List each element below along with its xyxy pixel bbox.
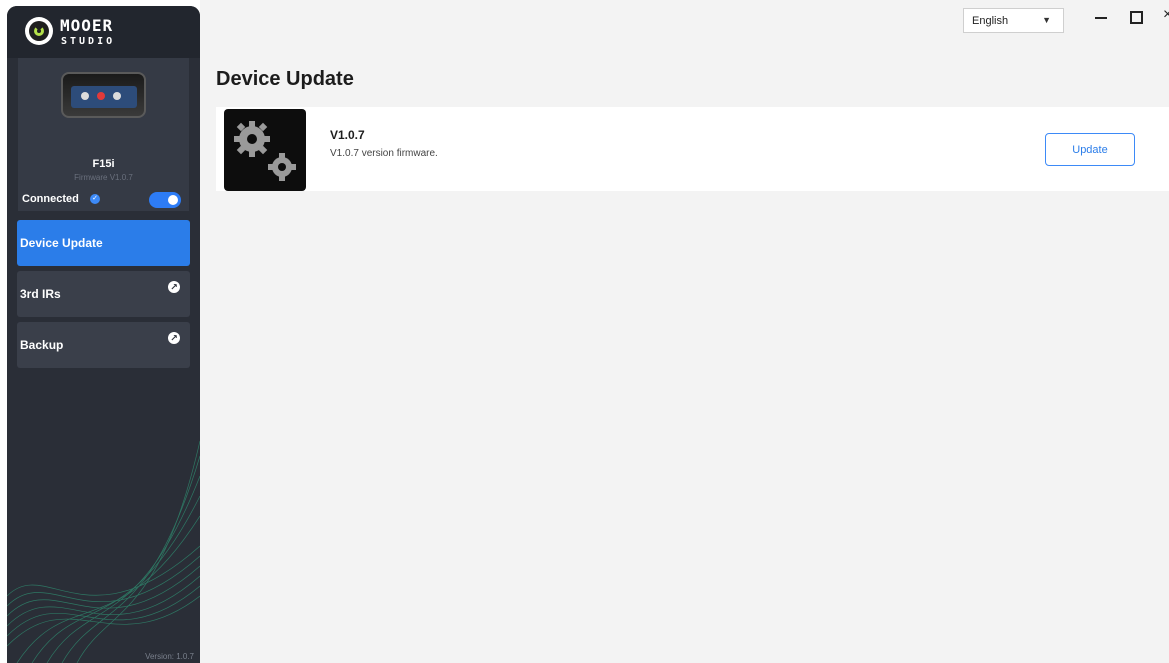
maximize-icon[interactable] bbox=[1130, 11, 1143, 24]
firmware-update-card: V1.0.7 V1.0.7 version firmware. Update bbox=[216, 107, 1169, 191]
brand-subtitle: STUDIO bbox=[61, 36, 116, 47]
connection-toggle[interactable] bbox=[149, 192, 181, 208]
firmware-version: V1.0.7 bbox=[330, 128, 365, 142]
nav-label: Device Update bbox=[20, 236, 103, 250]
sidebar: MOOER STUDIO F15i Firmware V1.0.7 Connec… bbox=[7, 6, 200, 663]
device-firmware: Firmware V1.0.7 bbox=[74, 173, 133, 182]
connection-status: Connected bbox=[22, 193, 79, 205]
device-image bbox=[61, 72, 146, 118]
gear-icon bbox=[224, 109, 306, 191]
main-content: English ▼ × Device Update V1.0.7 V1.0.7 … bbox=[200, 0, 1169, 663]
language-select[interactable]: English ▼ bbox=[963, 8, 1064, 33]
language-value: English bbox=[972, 14, 1009, 27]
logo-bar: MOOER STUDIO bbox=[7, 6, 200, 58]
brand-name: MOOER bbox=[60, 16, 114, 35]
caret-down-icon: ▼ bbox=[1042, 15, 1051, 25]
nav-label: Backup bbox=[20, 338, 64, 352]
nav-backup[interactable]: Backup ↗ bbox=[17, 322, 190, 368]
mooer-logo-icon bbox=[25, 17, 53, 45]
decorative-waves bbox=[7, 440, 200, 663]
device-name: F15i bbox=[92, 158, 115, 170]
update-button[interactable]: Update bbox=[1045, 133, 1135, 166]
firmware-description: V1.0.7 version firmware. bbox=[330, 148, 438, 159]
app-version: Version: 1.0.7 bbox=[145, 652, 194, 661]
nav-label: 3rd IRs bbox=[20, 287, 61, 301]
minimize-icon[interactable] bbox=[1095, 17, 1107, 19]
page-title: Device Update bbox=[216, 68, 354, 90]
check-circle-icon: ✓ bbox=[90, 194, 100, 204]
arrow-up-right-icon: ↗ bbox=[168, 332, 180, 344]
nav-3rd-irs[interactable]: 3rd IRs ↗ bbox=[17, 271, 190, 317]
arrow-up-right-icon: ↗ bbox=[168, 281, 180, 293]
device-card: F15i Firmware V1.0.7 Connected ✓ bbox=[18, 58, 189, 211]
nav-device-update[interactable]: Device Update bbox=[17, 220, 190, 266]
close-icon[interactable]: × bbox=[1163, 6, 1169, 24]
